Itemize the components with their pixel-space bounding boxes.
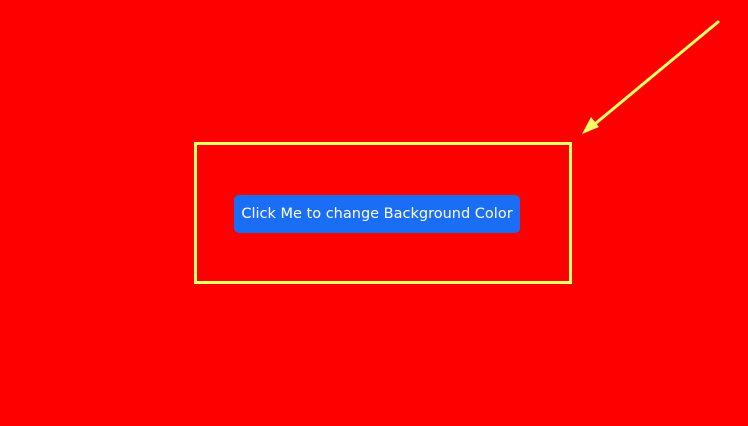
- arrow-head: [582, 117, 599, 134]
- arrow-shaft: [588, 20, 720, 130]
- annotation-arrow-icon: [582, 20, 720, 134]
- page-background: Click Me to change Background Color: [0, 0, 748, 426]
